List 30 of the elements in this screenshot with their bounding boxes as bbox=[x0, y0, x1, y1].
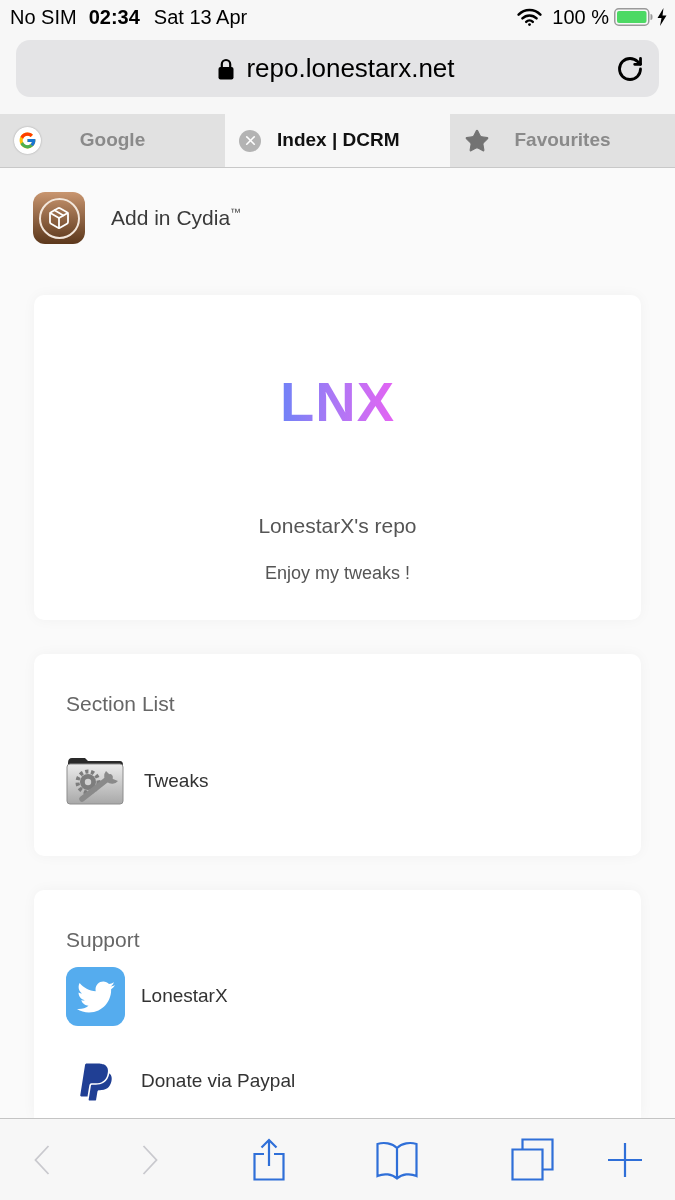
folder-gear-icon bbox=[66, 757, 124, 805]
share-icon bbox=[253, 1138, 285, 1181]
wifi-icon bbox=[517, 8, 543, 26]
tab[interactable]: Index | DCRM bbox=[225, 114, 450, 167]
chevron-left-icon bbox=[34, 1144, 50, 1175]
repo-subtitle: Enjoy my tweaks ! bbox=[264, 561, 410, 585]
box-icon bbox=[33, 192, 85, 244]
g-letter-icon bbox=[14, 127, 41, 154]
section-list-heading: Section List bbox=[66, 691, 175, 718]
battery-percent-text: 100 % bbox=[552, 5, 609, 30]
support-link[interactable]: LonestarX bbox=[66, 967, 228, 1026]
chevron-right-icon bbox=[142, 1144, 158, 1175]
reload-icon bbox=[616, 54, 644, 83]
squares-icon bbox=[510, 1138, 554, 1181]
time-text: 02:34 bbox=[88, 5, 140, 30]
add-in-cydia-link[interactable]: Add in Cydia$^{™}$ bbox=[33, 192, 242, 244]
date-text: Sat 13 Apr bbox=[153, 5, 248, 30]
battery-icon bbox=[614, 8, 653, 26]
tabs-button[interactable] bbox=[510, 1136, 554, 1183]
support-link[interactable]: Donate via Paypal bbox=[66, 1052, 296, 1111]
book-icon bbox=[376, 1139, 418, 1180]
bird-icon bbox=[66, 967, 125, 1026]
address-bar[interactable]: repo.lonestarx.net bbox=[16, 40, 659, 97]
section-link[interactable]: Tweaks bbox=[66, 757, 209, 805]
star-icon bbox=[464, 127, 490, 154]
url-text[interactable]: repo.lonestarx.net bbox=[246, 49, 455, 88]
carrier-text: No SIM bbox=[10, 5, 77, 30]
repo-title: LonestarX's repo bbox=[258, 513, 417, 540]
plus-icon bbox=[607, 1141, 643, 1178]
support-heading: Support bbox=[66, 927, 140, 954]
